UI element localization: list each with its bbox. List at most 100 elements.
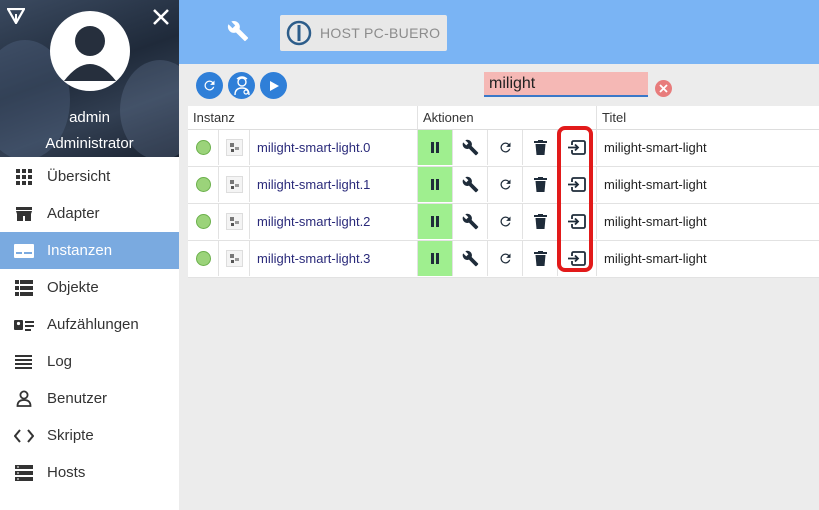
menu-item-label: Log bbox=[47, 353, 73, 370]
instance-title: milight-smart-light bbox=[596, 204, 819, 239]
open-web-button[interactable] bbox=[557, 130, 596, 165]
grid-icon bbox=[0, 168, 47, 185]
settings-button[interactable] bbox=[452, 241, 487, 276]
store-icon bbox=[0, 206, 47, 222]
table-body: milight-smart-light.0 milight-smart-light… bbox=[188, 130, 819, 278]
milight-adapter-icon bbox=[225, 139, 243, 156]
column-instance[interactable]: Instanz bbox=[188, 106, 417, 129]
pause-icon bbox=[430, 179, 440, 190]
hosts-icon bbox=[0, 464, 47, 481]
menu-item-label: Hosts bbox=[47, 464, 86, 481]
start-all-button[interactable] bbox=[260, 72, 287, 99]
status-indicator bbox=[188, 204, 218, 239]
delete-button[interactable] bbox=[522, 167, 557, 202]
table-row: milight-smart-light.2 milight-smart-light bbox=[188, 204, 819, 241]
running-status-dot bbox=[195, 251, 211, 266]
column-title[interactable]: Titel bbox=[596, 106, 819, 129]
pause-button[interactable] bbox=[417, 167, 452, 202]
list-icon bbox=[0, 279, 47, 296]
status-indicator bbox=[188, 167, 218, 202]
open-web-button[interactable] bbox=[557, 167, 596, 202]
table-row: milight-smart-light.1 milight-smart-light bbox=[188, 167, 819, 204]
menu-item-objekte[interactable]: Objekte bbox=[0, 269, 179, 306]
restart-button[interactable] bbox=[487, 130, 522, 165]
table-header: Instanz Aktionen Titel bbox=[188, 106, 819, 130]
pause-button[interactable] bbox=[417, 241, 452, 276]
milight-adapter-icon bbox=[225, 213, 243, 230]
iobroker-host-icon bbox=[286, 20, 312, 46]
host-label: HOST PC-BUERO bbox=[320, 25, 441, 41]
running-status-dot bbox=[195, 214, 211, 229]
user-name: admin bbox=[69, 109, 110, 126]
menu-item-uebersicht[interactable]: Übersicht bbox=[0, 158, 179, 195]
menu-item-skripte[interactable]: Skripte bbox=[0, 417, 179, 454]
running-status-dot bbox=[195, 177, 211, 192]
menu-item-log[interactable]: Log bbox=[0, 343, 179, 380]
settings-wrench-icon[interactable] bbox=[227, 20, 249, 42]
pause-icon bbox=[430, 253, 440, 264]
settings-button[interactable] bbox=[452, 204, 487, 239]
reload-button[interactable] bbox=[196, 72, 223, 99]
instance-title: milight-smart-light bbox=[596, 130, 819, 165]
close-icon[interactable] bbox=[152, 8, 170, 26]
delete-button[interactable] bbox=[522, 204, 557, 239]
top-bar bbox=[179, 0, 819, 64]
delete-button[interactable] bbox=[522, 130, 557, 165]
table-row: milight-smart-light.3 milight-smart-light bbox=[188, 241, 819, 278]
filter-input[interactable] bbox=[484, 72, 639, 95]
pause-icon bbox=[430, 216, 440, 227]
expert-mode-button[interactable] bbox=[228, 72, 255, 99]
host-selector-button[interactable]: HOST PC-BUERO bbox=[280, 15, 447, 51]
column-actions[interactable]: Aktionen bbox=[417, 106, 596, 129]
menu-item-benutzer[interactable]: Benutzer bbox=[0, 380, 179, 417]
sidebar: admin Administrator Übersicht Adapter In… bbox=[0, 0, 179, 510]
user-role: Administrator bbox=[45, 135, 134, 152]
log-icon bbox=[0, 354, 47, 369]
settings-button[interactable] bbox=[452, 130, 487, 165]
open-in-icon bbox=[568, 140, 586, 155]
restart-button[interactable] bbox=[487, 167, 522, 202]
adapter-icon-cell bbox=[218, 204, 249, 239]
status-indicator bbox=[188, 130, 218, 165]
menu-item-label: Aufzählungen bbox=[47, 316, 139, 333]
table-row: milight-smart-light.0 milight-smart-light bbox=[188, 130, 819, 167]
milight-adapter-icon bbox=[225, 250, 243, 267]
settings-button[interactable] bbox=[452, 167, 487, 202]
open-in-icon bbox=[568, 177, 586, 192]
filter-field bbox=[484, 72, 648, 97]
instances-table: Instanz Aktionen Titel milight-smart-lig… bbox=[188, 106, 819, 278]
open-web-button[interactable] bbox=[557, 241, 596, 276]
instance-name: milight-smart-light.3 bbox=[249, 241, 417, 276]
delete-button[interactable] bbox=[522, 241, 557, 276]
instances-icon bbox=[0, 243, 47, 258]
restart-button[interactable] bbox=[487, 241, 522, 276]
restart-button[interactable] bbox=[487, 204, 522, 239]
menu-item-label: Adapter bbox=[47, 205, 100, 222]
open-in-icon bbox=[568, 251, 586, 266]
menu-item-label: Benutzer bbox=[47, 390, 108, 407]
adapter-icon-cell bbox=[218, 130, 249, 165]
menu-item-hosts[interactable]: Hosts bbox=[0, 454, 179, 491]
open-web-button[interactable] bbox=[557, 204, 596, 239]
instance-title: milight-smart-light bbox=[596, 167, 819, 202]
trash-icon bbox=[533, 140, 547, 155]
iobroker-logo-icon[interactable] bbox=[7, 8, 25, 24]
adapter-icon-cell bbox=[218, 167, 249, 202]
user-icon bbox=[0, 390, 47, 407]
running-status-dot bbox=[195, 140, 211, 155]
reload-icon bbox=[498, 251, 513, 266]
pause-button[interactable] bbox=[417, 130, 452, 165]
enum-icon bbox=[0, 318, 47, 332]
avatar[interactable] bbox=[50, 11, 130, 91]
menu-item-adapter[interactable]: Adapter bbox=[0, 195, 179, 232]
reload-icon bbox=[498, 214, 513, 229]
clear-filter-button[interactable] bbox=[655, 80, 672, 97]
pause-icon bbox=[430, 142, 440, 153]
menu-item-instanzen[interactable]: Instanzen bbox=[0, 232, 179, 269]
menu-item-aufzaehlungen[interactable]: Aufzählungen bbox=[0, 306, 179, 343]
trash-icon bbox=[533, 214, 547, 229]
instance-title: milight-smart-light bbox=[596, 241, 819, 276]
wrench-icon bbox=[462, 176, 479, 193]
milight-adapter-icon bbox=[225, 176, 243, 193]
pause-button[interactable] bbox=[417, 204, 452, 239]
